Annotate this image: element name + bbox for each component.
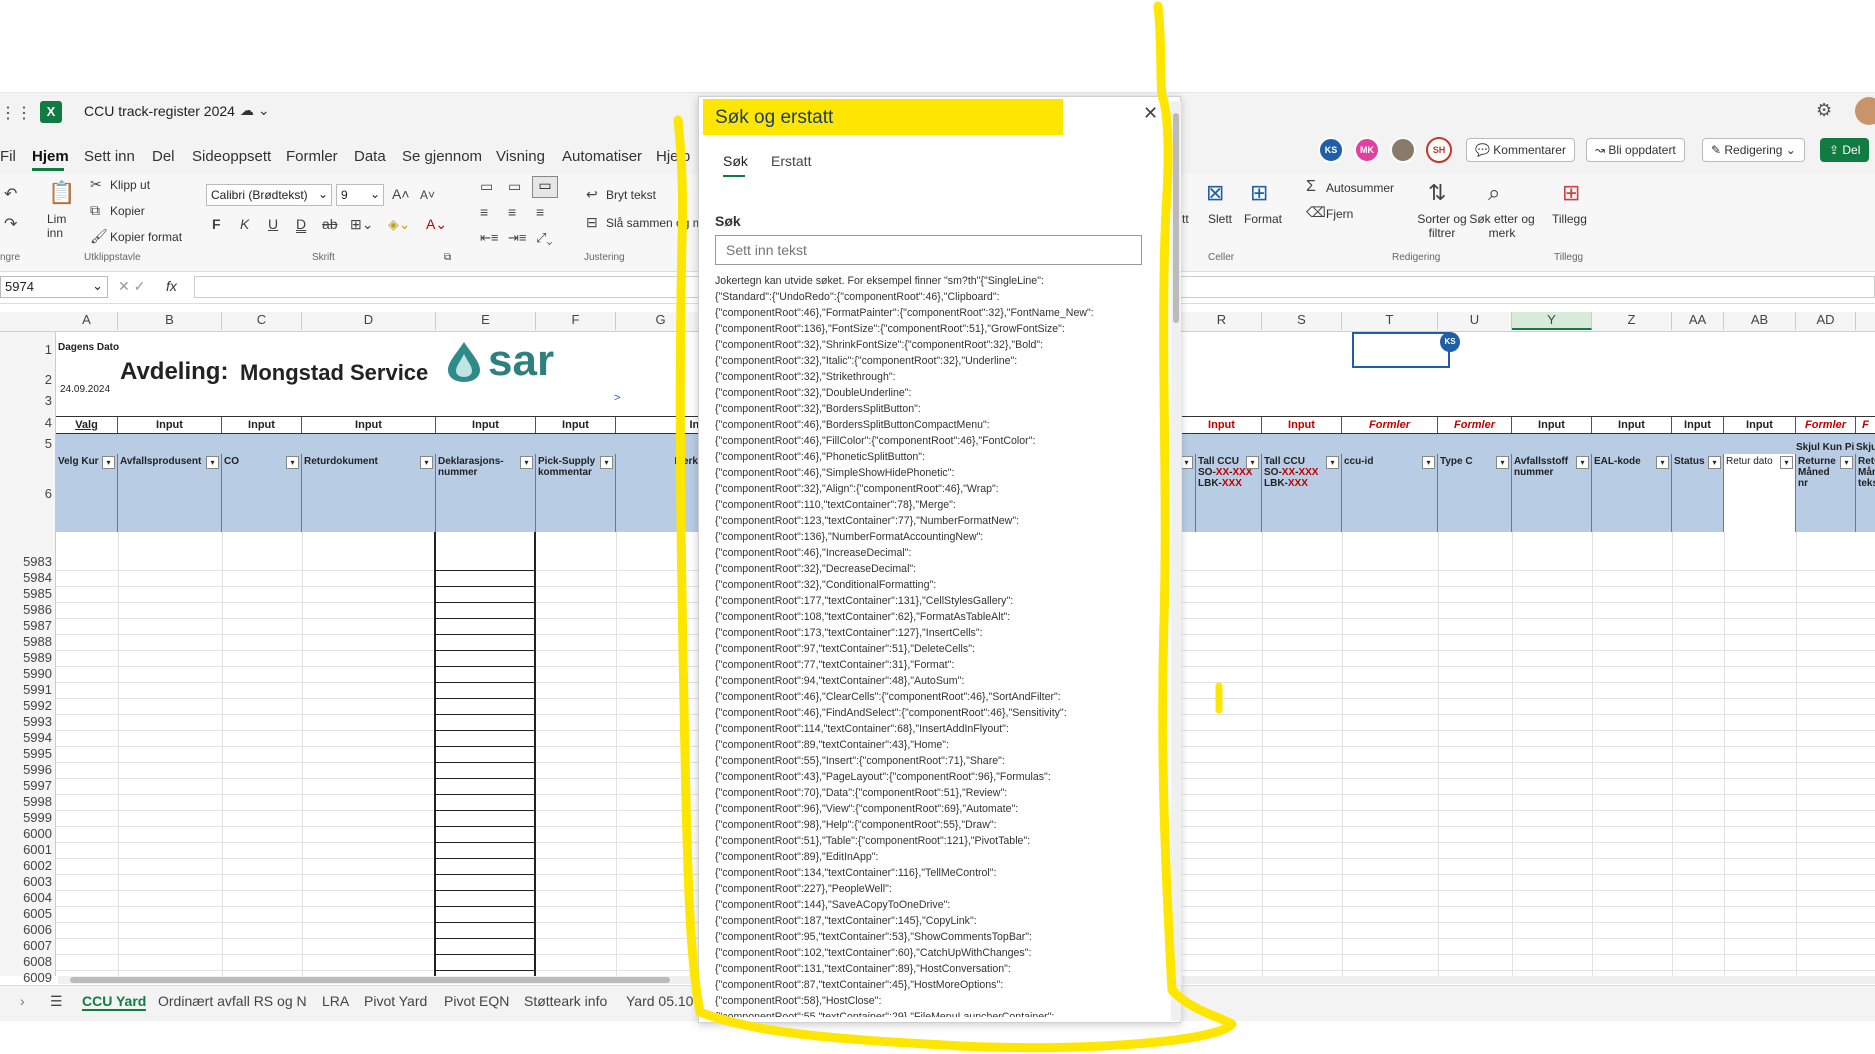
yellow-highlight-annotation	[673, 1, 1237, 1053]
